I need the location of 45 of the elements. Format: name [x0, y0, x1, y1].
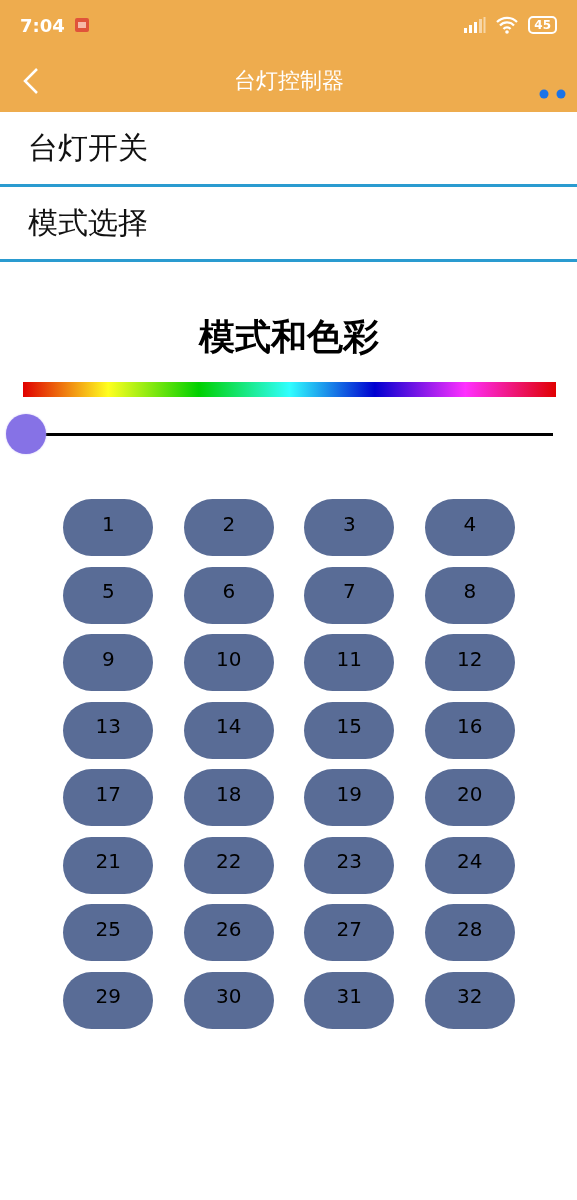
- mode-button[interactable]: 11: [304, 634, 395, 691]
- status-time: 7:04: [20, 14, 65, 36]
- signal-icon: [464, 17, 487, 33]
- mode-button[interactable]: 10: [183, 634, 274, 691]
- mode-button[interactable]: 30: [183, 971, 274, 1029]
- back-icon[interactable]: [22, 67, 40, 95]
- mode-button[interactable]: 18: [183, 769, 274, 826]
- mode-button[interactable]: 29: [63, 971, 154, 1029]
- mode-button[interactable]: 25: [63, 904, 154, 961]
- mode-button[interactable]: 28: [424, 904, 515, 961]
- color-spectrum-bar[interactable]: [23, 382, 556, 397]
- mode-button[interactable]: 32: [424, 971, 515, 1029]
- mode-button[interactable]: 1: [63, 499, 154, 556]
- header-title: 台灯控制器: [233, 68, 344, 93]
- mode-button[interactable]: 21: [63, 836, 154, 894]
- mode-button[interactable]: 13: [63, 701, 154, 759]
- app-notification-icon: [74, 18, 89, 32]
- mode-button[interactable]: 26: [183, 904, 274, 961]
- mode-button[interactable]: 31: [304, 971, 395, 1029]
- wifi-icon: [496, 16, 519, 34]
- mode-button[interactable]: 8: [424, 566, 515, 624]
- mode-button[interactable]: 27: [304, 904, 395, 961]
- more-icon[interactable]: [539, 89, 567, 99]
- battery-indicator: 45: [528, 16, 557, 34]
- mode-button[interactable]: 7: [304, 566, 395, 624]
- mode-button[interactable]: 14: [183, 701, 274, 759]
- slider-thumb[interactable]: [6, 414, 46, 454]
- mode-button[interactable]: 2: [183, 499, 274, 556]
- mode-button[interactable]: 12: [424, 634, 515, 691]
- mode-button[interactable]: 22: [183, 836, 274, 894]
- mode-button[interactable]: 23: [304, 836, 395, 894]
- mode-button[interactable]: 4: [424, 499, 515, 556]
- mode-button[interactable]: 24: [424, 836, 515, 894]
- mode-button[interactable]: 6: [183, 566, 274, 624]
- mode-button[interactable]: 16: [424, 701, 515, 759]
- mode-button[interactable]: 3: [304, 499, 395, 556]
- mode-button[interactable]: 9: [63, 634, 154, 691]
- mode-button[interactable]: 5: [63, 566, 154, 624]
- mode-button[interactable]: 17: [63, 769, 154, 826]
- section-title: 模式和色彩: [197, 315, 380, 359]
- menu-item[interactable]: 模式选择: [28, 202, 148, 244]
- mode-button[interactable]: 15: [304, 701, 395, 759]
- mode-button[interactable]: 20: [424, 769, 515, 826]
- mode-button[interactable]: 19: [304, 769, 395, 826]
- menu-item[interactable]: 台灯开关: [28, 127, 148, 169]
